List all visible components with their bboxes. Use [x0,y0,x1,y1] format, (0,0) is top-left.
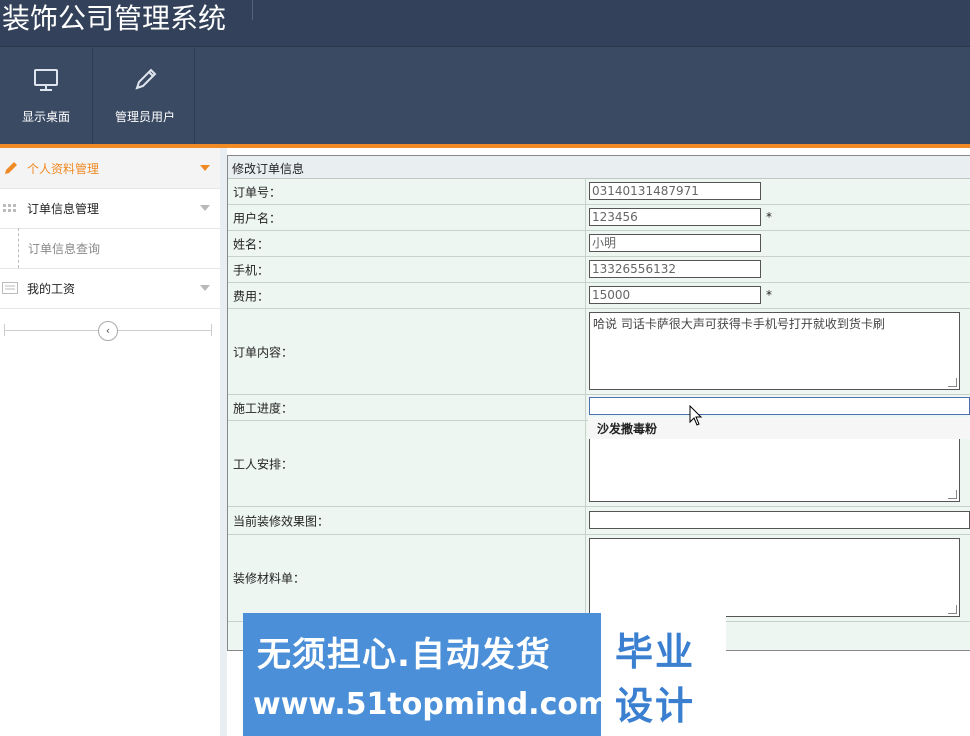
grid-icon [3,204,16,212]
banner-line2: www.51topmind.com [253,687,610,722]
progress-input[interactable] [589,397,970,415]
sidebar-item-order-management[interactable]: 订单信息管理 [0,188,220,229]
watermark-banner: 无须担心.自动发货 www.51topmind.com 毕业 设计 [243,613,726,736]
field-label: 用户名： [233,211,282,225]
sidebar-item-order-query[interactable]: 订单信息查询 [0,228,220,269]
sidebar-item-label: 个人资料管理 [27,162,100,176]
field-label: 姓名： [233,237,270,251]
autocomplete-suggestion[interactable]: 沙发撒毒粉 [588,417,970,439]
banner-line1: 无须担心.自动发货 [257,635,551,675]
field-label: 订单号： [233,185,282,199]
tree-line [18,228,20,268]
field-label: 装修材料单： [233,571,306,586]
form-row-name: 姓名： 小明 [228,231,970,257]
pencil-icon [135,68,157,90]
resize-grip-icon[interactable] [948,378,957,387]
form-row-order-no: 订单号： 03140131487971 [228,179,970,205]
mouse-cursor-icon [689,405,703,426]
form-row-fee: 费用： 15000 * [228,283,970,309]
form-row-phone: 手机： 13326556132 [228,257,970,283]
toolbar-show-desktop-button[interactable]: 显示桌面 [0,48,93,144]
field-label: 手机： [233,263,270,277]
material-list-textarea[interactable] [589,538,960,617]
chevron-down-icon [200,205,210,211]
toolbar-label: 管理员用户 [114,110,175,124]
fee-input[interactable]: 15000 [589,286,761,304]
chevron-down-icon [200,285,210,291]
banner-box-line1: 毕业 [615,630,696,674]
textarea-value: 哈说 司话卡萨很大声可获得卡手机号打开就收到货卡刷 [593,317,885,331]
form-row-effect-image: 当前装修效果图： [228,507,970,535]
sidebar-item-label: 订单信息管理 [27,202,100,216]
required-mark: * [766,210,772,224]
resize-grip-icon[interactable] [948,605,957,614]
effect-image-input[interactable] [589,511,970,529]
pencil-icon [5,162,17,174]
field-label: 订单内容： [233,345,294,359]
edit-order-form: 修改订单信息 订单号： 03140131487971 用户名： 123456 *… [227,155,970,651]
required-mark: * [766,288,772,302]
sidebar-item-label: 订单信息查询 [28,242,101,256]
banner-box-line2: 设计 [615,684,696,728]
content-divider [220,148,227,736]
banner-logo-box: 毕业 设计 [601,613,726,736]
form-row-order-content: 订单内容： 哈说 司话卡萨很大声可获得卡手机号打开就收到货卡刷 [228,309,970,395]
phone-input[interactable]: 13326556132 [589,260,761,278]
suggestion-text: 沙发撒毒粉 [597,422,658,436]
toolbar-label: 显示桌面 [21,110,70,124]
order-content-textarea[interactable]: 哈说 司话卡萨很大声可获得卡手机号打开就收到货卡刷 [589,312,960,390]
sidebar-item-profile[interactable]: 个人资料管理 [0,148,220,189]
field-label: 当前装修效果图： [233,514,330,528]
form-title: 修改订单信息 [232,162,305,176]
sidebar-collapse-button[interactable]: ‹ [98,321,118,341]
sidebar-item-label: 我的工资 [27,282,76,296]
name-input[interactable]: 小明 [589,234,761,252]
monitor-icon [34,69,58,91]
field-label: 费用： [233,289,270,303]
keyboard-icon [2,282,18,294]
app-title: 装饰公司管理系统 [2,2,227,35]
order-no-input[interactable]: 03140131487971 [589,182,761,200]
resize-grip-icon[interactable] [948,490,957,499]
app-header: 装饰公司管理系统 显示桌面 管理员用户 [0,0,970,144]
sidebar-collapse-tick [4,324,5,336]
field-label: 施工进度： [233,401,294,415]
field-label: 工人安排： [233,457,294,471]
sidebar-item-my-salary[interactable]: 我的工资 [0,268,220,309]
sidebar-collapse-tick [211,324,212,336]
title-separator [252,0,253,20]
username-input[interactable]: 123456 [589,208,761,226]
form-row-username: 用户名： 123456 * [228,205,970,231]
title-bar: 装饰公司管理系统 [0,0,970,47]
form-title-bar: 修改订单信息 [228,156,970,179]
sidebar: 个人资料管理 订单信息管理 订单信息查询 我的工资 ‹ [0,148,220,736]
chevron-down-icon [200,165,210,171]
toolbar-admin-user-button[interactable]: 管理员用户 [96,48,195,144]
form-row-material-list: 装修材料单： [228,535,970,622]
